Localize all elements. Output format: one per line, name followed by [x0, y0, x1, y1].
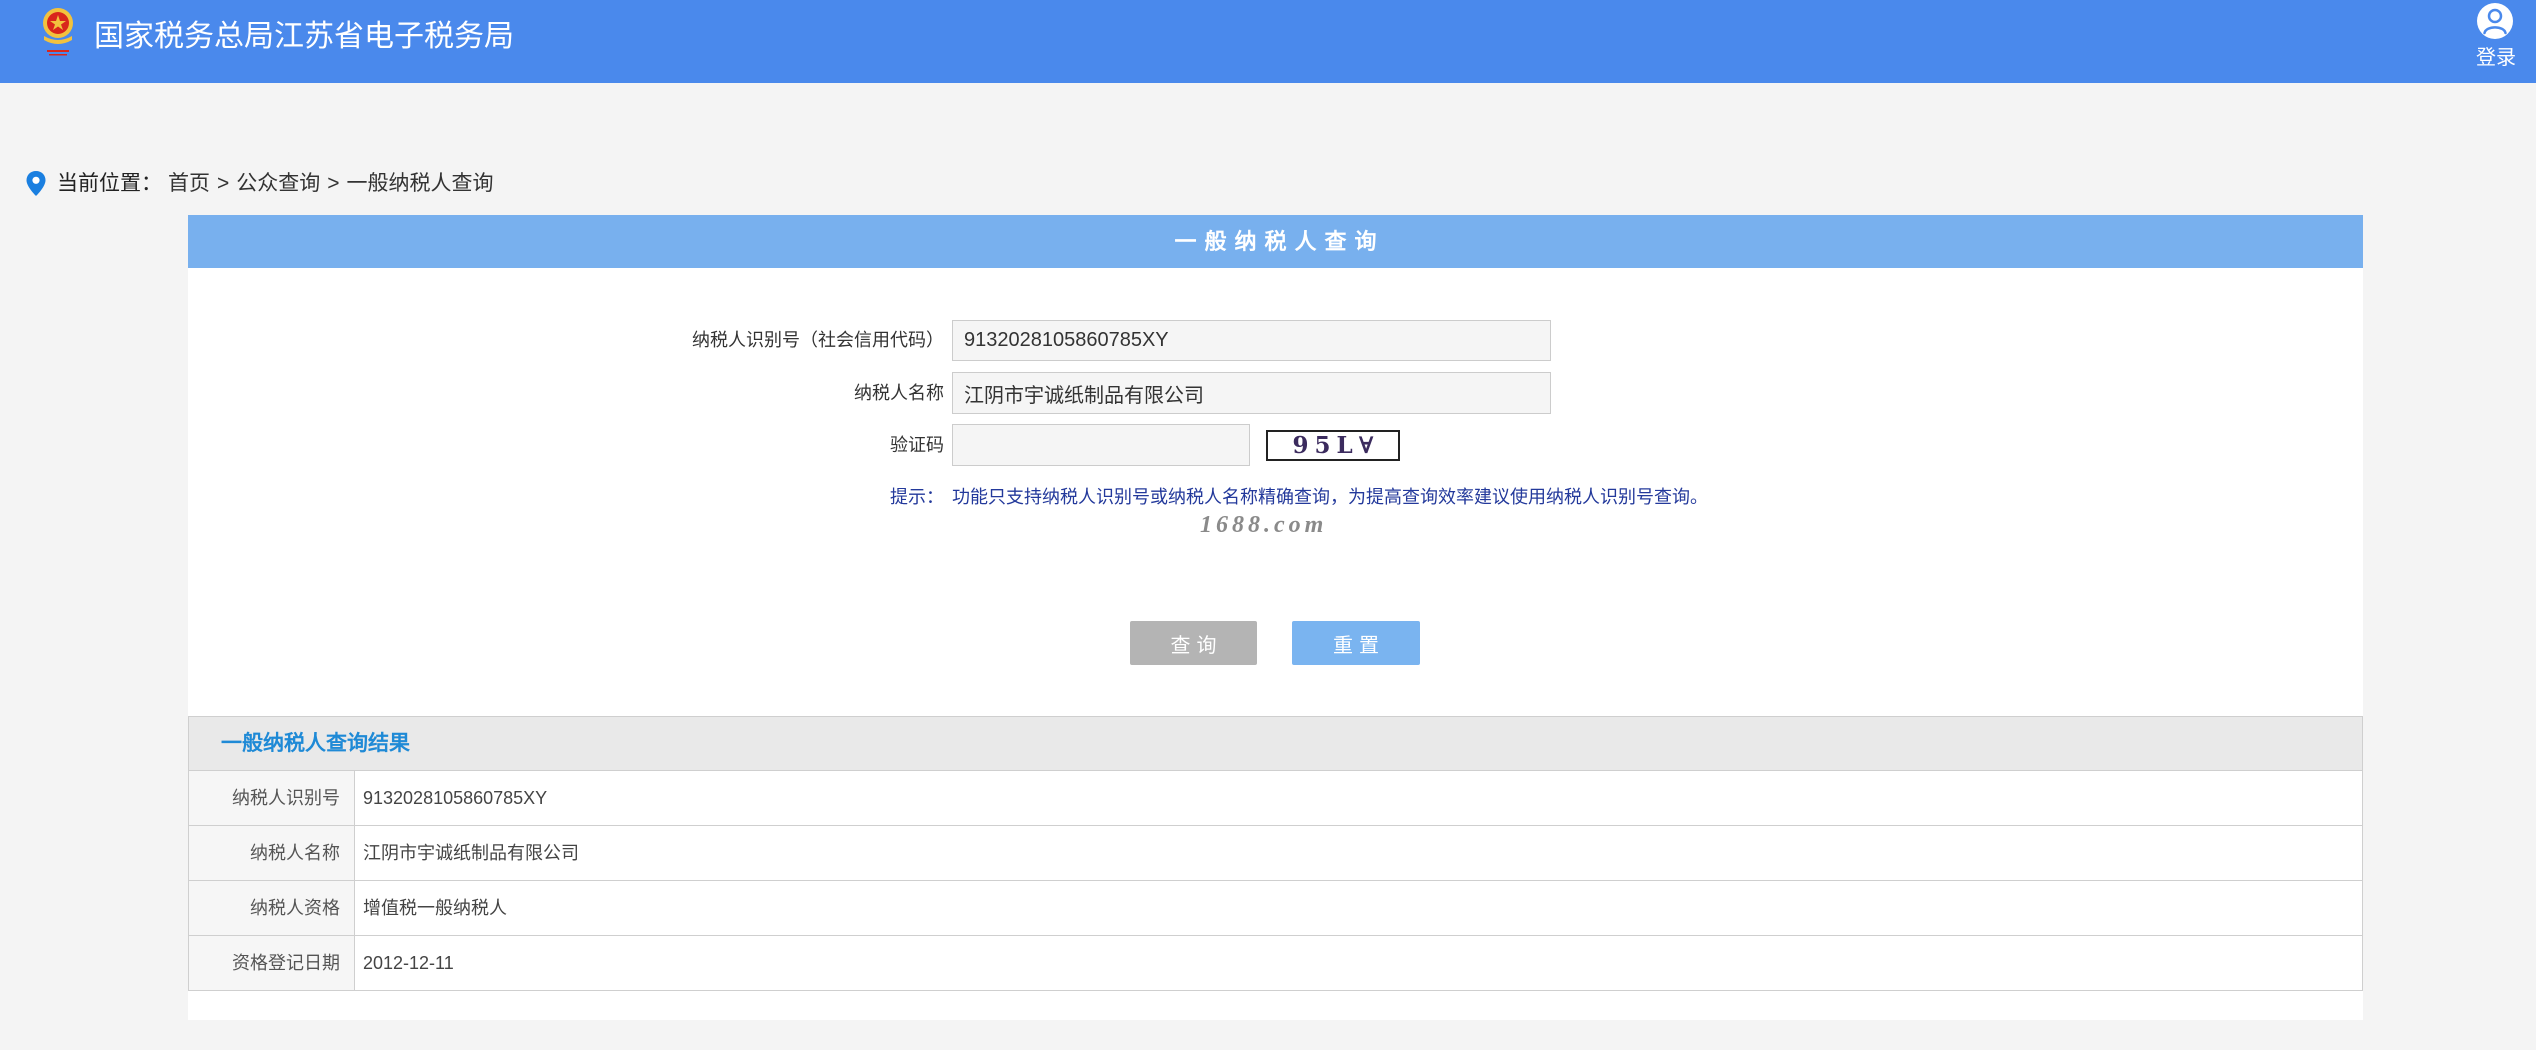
user-icon[interactable]: [2476, 2, 2514, 40]
row-value: 9132028105860785XY: [363, 788, 548, 808]
row-value: 2012-12-11: [363, 953, 454, 973]
taxpayer-id-input[interactable]: [952, 320, 1551, 361]
hint-label: 提示：: [890, 487, 944, 507]
table-row: 纳税人名称 江阴市宇诚纸制品有限公司: [188, 826, 2363, 881]
breadcrumb-prefix: 当前位置：: [57, 172, 162, 195]
table-row: 资格登记日期 2012-12-11: [188, 936, 2363, 991]
captcha-label: 验证码: [890, 435, 944, 455]
breadcrumb-separator: >: [217, 172, 230, 195]
top-bar: 国家税务总局江苏省电子税务局 登录: [0, 0, 2536, 83]
taxpayer-id-label: 纳税人识别号（社会信用代码）: [692, 330, 944, 350]
login-link[interactable]: 登录: [2476, 46, 2516, 70]
watermark: 1688.com: [1200, 512, 1328, 538]
table-row: 纳税人资格 增值税一般纳税人: [188, 881, 2363, 936]
captcha-input[interactable]: [952, 424, 1250, 466]
captcha-image[interactable]: 95L∀: [1266, 430, 1400, 461]
hint-text: 功能只支持纳税人识别号或纳税人名称精确查询，为提高查询效率建议使用纳税人识别号查…: [952, 487, 1708, 507]
taxpayer-name-input[interactable]: [952, 372, 1551, 414]
row-label: 资格登记日期: [189, 936, 355, 990]
row-value: 增值税一般纳税人: [363, 898, 507, 918]
row-value: 江阴市宇诚纸制品有限公司: [363, 843, 579, 863]
site-title: 国家税务总局江苏省电子税务局: [94, 20, 514, 53]
breadcrumb-home[interactable]: 首页: [168, 172, 210, 195]
row-label: 纳税人资格: [189, 881, 355, 935]
panel-title: 一般纳税人查询: [188, 215, 2363, 268]
query-button[interactable]: 查询: [1130, 621, 1257, 665]
location-pin-icon: [26, 171, 46, 196]
breadcrumb: 首页 > 公众查询 > 一般纳税人查询: [168, 172, 494, 196]
query-panel: 一般纳税人查询 纳税人识别号（社会信用代码） 纳税人名称 验证码 95L∀ 提示…: [188, 215, 2363, 1020]
taxpayer-name-label: 纳税人名称: [854, 383, 944, 403]
breadcrumb-public-query[interactable]: 公众查询: [236, 172, 320, 195]
breadcrumb-current: 一般纳税人查询: [346, 172, 494, 195]
row-label: 纳税人识别号: [189, 771, 355, 825]
result-section-title: 一般纳税人查询结果: [188, 716, 2363, 771]
reset-button[interactable]: 重置: [1292, 621, 1420, 665]
breadcrumb-separator: >: [327, 172, 340, 195]
table-row: 纳税人识别号 9132028105860785XY: [188, 771, 2363, 826]
row-label: 纳税人名称: [189, 826, 355, 880]
tax-emblem-icon: [43, 8, 73, 56]
